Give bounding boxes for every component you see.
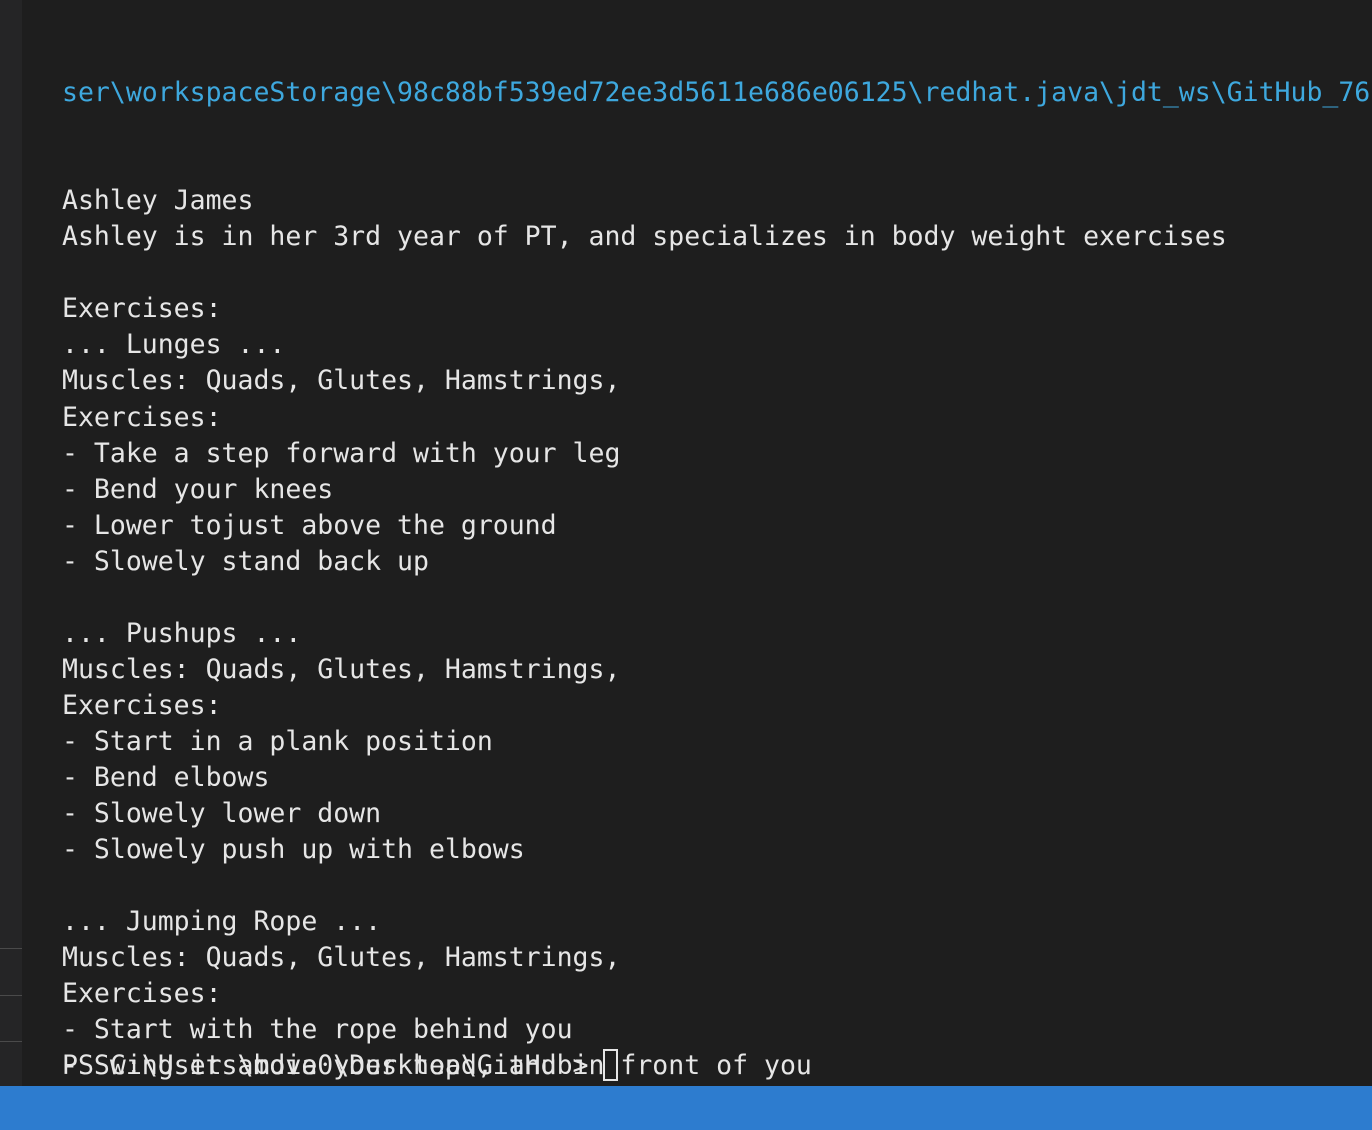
terminal-output-line: - Bend elbows	[62, 761, 270, 793]
terminal-output-line: - Take a step forward with your leg	[62, 437, 621, 469]
terminal-output-line: ... Pushups ...	[62, 617, 302, 649]
terminal-output-line: - Slowely stand back up	[62, 545, 429, 577]
terminal-window: ser\workspaceStorage\98c88bf539ed72ee3d5…	[0, 0, 1372, 1130]
status-bar	[0, 1086, 1372, 1130]
workspace-path-line: ser\workspaceStorage\98c88bf539ed72ee3d5…	[62, 77, 1371, 109]
terminal-output-line: - Start in a plank position	[62, 725, 493, 757]
prompt-text: PS C:\Users\mdia0\Desktop\GitHub>	[62, 1049, 589, 1081]
terminal-output: ser\workspaceStorage\98c88bf539ed72ee3d5…	[62, 3, 1370, 1086]
left-gutter	[0, 0, 22, 1086]
terminal-output-line: Ashley James	[62, 185, 254, 217]
terminal-output-line: Muscles: Quads, Glutes, Hamstrings,	[62, 942, 621, 974]
terminal-prompt[interactable]: PS C:\Users\mdia0\Desktop\GitHub>	[62, 1047, 618, 1083]
terminal-output-line: Muscles: Quads, Glutes, Hamstrings,	[62, 653, 621, 685]
terminal-output-line: - Start with the rope behind you	[62, 1014, 573, 1046]
terminal-panel[interactable]: ser\workspaceStorage\98c88bf539ed72ee3d5…	[22, 0, 1372, 1086]
terminal-output-line: Exercises:	[62, 401, 222, 433]
terminal-output-line: - Bend your knees	[62, 473, 334, 505]
terminal-output-line: ... Jumping Rope ...	[62, 906, 382, 938]
terminal-output-line	[62, 580, 1370, 616]
terminal-output-line: ... Lunges ...	[62, 329, 286, 361]
terminal-output-line: Ashley is in her 3rd year of PT, and spe…	[62, 221, 1227, 253]
terminal-output-line	[62, 868, 1370, 904]
terminal-output-line: - Lower tojust above the ground	[62, 509, 557, 541]
terminal-cursor	[602, 1049, 618, 1081]
terminal-output-line	[62, 255, 1370, 291]
terminal-output-line: Exercises:	[62, 293, 222, 325]
terminal-output-line: - Slowely lower down	[62, 798, 382, 830]
gutter-divider	[0, 995, 22, 996]
gutter-divider	[0, 948, 22, 949]
terminal-output-line: Exercises:	[62, 978, 222, 1010]
terminal-output-line: Exercises:	[62, 689, 222, 721]
terminal-output-line: Muscles: Quads, Glutes, Hamstrings,	[62, 365, 621, 397]
gutter-divider	[0, 1041, 22, 1042]
terminal-output-line: - Slowely push up with elbows	[62, 834, 525, 866]
